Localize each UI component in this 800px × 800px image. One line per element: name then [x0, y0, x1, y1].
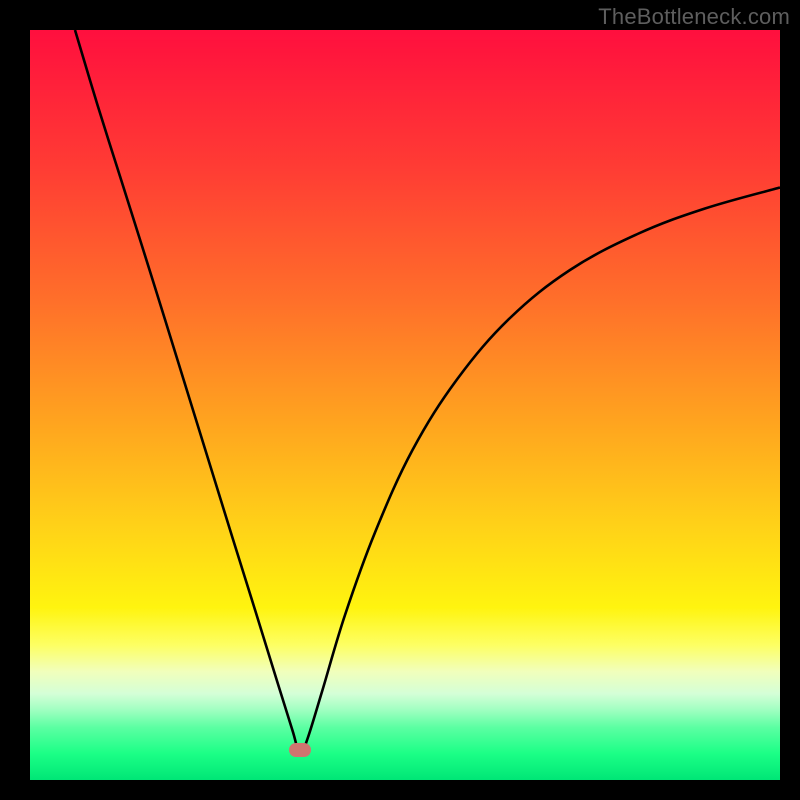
watermark-text: TheBottleneck.com — [598, 4, 790, 30]
curve-layer — [30, 30, 780, 780]
optimal-point-marker — [289, 743, 311, 757]
bottleneck-curve — [75, 30, 780, 754]
chart-frame: TheBottleneck.com — [0, 0, 800, 800]
plot-area — [30, 30, 780, 780]
